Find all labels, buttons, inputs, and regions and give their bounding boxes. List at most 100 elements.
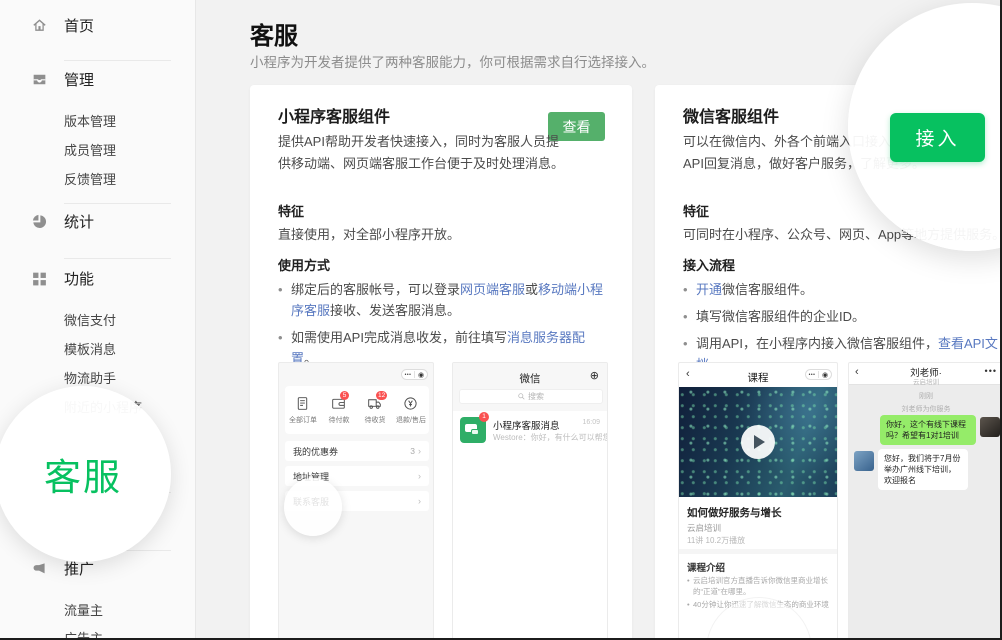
spotlight-circle-contact-service [284,478,342,536]
chat-time-divider: 刚刚 [849,391,1002,401]
flow-bullet: 开通微信客服组件。 [683,279,1002,300]
badge: 12 [376,391,387,400]
home-icon [31,17,48,34]
app-window: 首页 管理 版本管理 成员管理 反馈管理 统计 功能 微信支付 模板消息 [0,0,1002,640]
bullet-text: 微信客服组件。 [722,282,813,297]
inbox-icon [31,71,48,88]
quick-entry-label: 待付款 [329,415,350,425]
usage-heading: 使用方式 [278,255,330,274]
sidebar-divider [64,203,171,204]
usage-bullet: 绑定后的客服帐号，可以登录网页端客服或移动端小程序客服接收、发送客服消息。 [278,279,610,321]
sidebar-item-version-management[interactable]: 版本管理 [64,111,116,130]
refund-icon [403,396,419,412]
chevron-right-icon [418,471,421,481]
sidebar-item-logistics-assistant[interactable]: 物流助手 [64,368,116,387]
quick-entry-label: 退款/售后 [396,415,426,425]
connect-button[interactable]: 接入 [890,113,985,162]
list-item-label: 我的优惠券 [293,445,338,458]
bullet-text: 绑定后的客服帐号，可以登录 [291,282,460,297]
open-wechat-service-link[interactable]: 开通 [696,282,722,297]
web-customer-service-link[interactable]: 网页端客服 [460,282,525,297]
quick-entry-to-pay: 5 待付款 [321,396,357,425]
outgoing-message-bubble: 你好，这个有线下课程吗？希望有1对1培训 [880,415,976,445]
chat-time: 16:09 [582,419,600,426]
sidebar-item-member-management[interactable]: 成员管理 [64,140,116,159]
video-title: 如何做好服务与增长 [687,505,782,520]
sidebar: 首页 管理 版本管理 成员管理 反馈管理 统计 功能 微信支付 模板消息 [0,0,196,640]
quick-entry-refund: 退款/售后 [393,396,429,425]
video-author: 云启培训 [687,522,721,534]
list-item-value: 3 [410,446,415,456]
intro-heading: 课程介绍 [687,560,725,574]
megaphone-icon [31,560,48,577]
phone-mockup-service-chat: 刘老师· 云启培训 刚刚 刘老师为你服务 你好，这个有线下课程吗？希望有1对1培… [848,362,1002,640]
feature-text: 直接使用，对全部小程序开放。 [278,224,460,243]
intro-bullet: 云启培训官方直播告诉你微信里商业增长的“正道”在哪里。 [687,575,831,597]
bullet-text: 接收、发送客服消息。 [330,303,460,318]
incoming-message-bubble: 您好，我们将于7月份举办广州线下培训，欢迎报名 [878,449,968,490]
sidebar-item-wechat-pay[interactable]: 微信支付 [64,310,116,329]
chevron-right-icon [418,496,421,506]
card-title: 小程序客服组件 [278,103,390,127]
feature-heading: 特征 [278,201,304,220]
feature-heading: 特征 [683,201,709,220]
bullet-text: 填写微信客服组件的企业ID。 [696,309,865,324]
search-placeholder: 搜索 [528,391,544,402]
sidebar-item-label: 首页 [64,15,94,36]
bullet-text: 或 [525,282,538,297]
quick-entry-panel: 全部订单 5 待付款 12 待收货 [285,386,429,434]
sidebar-item-traffic-owner[interactable]: 流量主 [64,600,103,619]
sidebar-divider [64,60,171,61]
grid-icon [31,270,48,287]
phone-mockup-wechat-chatlist: 微信 搜索 1 小程序客服消息 Westore：你好，有什么可以帮您? 16:0… [452,362,608,640]
spotlight-label: 客服 [44,447,122,501]
card-title: 微信客服组件 [683,103,779,127]
sidebar-divider [64,258,171,259]
quick-entry-label: 待收货 [365,415,386,425]
bullet-text: 调用API，在小程序内接入微信客服组件， [696,336,938,351]
list-item-coupons: 我的优惠券 3 [285,441,429,461]
quick-entry-all-orders: 全部订单 [285,396,321,425]
badge: 5 [340,391,349,400]
flow-bullet: 填写微信客服组件的企业ID。 [683,306,1002,327]
page-subtitle: 小程序为开发者提供了两种客服能力，你可根据需求自行选择接入。 [250,51,655,71]
sidebar-item-template-message[interactable]: 模板消息 [64,339,116,358]
plus-icon [590,369,599,382]
bullet-text: 如需使用API完成消息收发，前往填写 [291,330,507,345]
usage-bullet-list: 绑定后的客服帐号，可以登录网页端客服或移动端小程序客服接收、发送客服消息。 如需… [278,279,610,375]
sidebar-item-label: 统计 [64,211,94,232]
miniprogram-capsule-icon [805,369,832,380]
chat-preview: Westore：你好，有什么可以帮您? [493,432,608,443]
sidebar-item-feedback-management[interactable]: 反馈管理 [64,169,116,188]
play-button-icon [741,425,775,459]
chat-list-item: 1 小程序客服消息 Westore：你好，有什么可以帮您? 16:09 [453,411,607,451]
chat-contact-subtitle: 云启培训 [849,376,1002,386]
video-thumbnail [679,387,837,497]
phone-mockup-course-page: 课程 如何做好服务与增长 云启培训 11讲 10.2万播放 课程介绍 云启培训官… [678,362,838,640]
sidebar-item-label: 功能 [64,268,94,289]
search-bar: 搜索 [459,389,603,404]
miniprogram-capsule-icon [401,369,428,380]
unread-badge: 1 [479,412,489,422]
wallet-icon: 5 [331,396,347,412]
chat-system-note: 刘老师为你服务 [849,404,1002,414]
user-avatar [980,417,1000,437]
card-miniprogram-service-component: 小程序客服组件 查看 提供API帮助开发者快速接入，同时为客服人员提供移动端、网… [250,85,632,640]
pie-chart-icon [31,213,48,230]
teacher-avatar [854,451,874,471]
quick-entry-label: 全部订单 [289,415,317,425]
sidebar-item-label: 管理 [64,69,94,90]
truck-icon: 12 [367,396,383,412]
wechat-title: 微信 [453,371,607,386]
phone-mockup-miniprogram-profile: 全部订单 5 待付款 12 待收货 [278,362,434,640]
chevron-right-icon [418,446,421,456]
flow-heading: 接入流程 [683,255,735,274]
order-list-icon [295,396,311,412]
spotlight-circle-customer-service: 客服 [0,386,171,562]
section-divider [679,549,837,554]
chat-title: 小程序客服消息 [493,418,560,432]
card-description: 提供API帮助开发者快速接入，同时为客服人员提供移动端、网页端客服工作台便于及时… [278,131,564,175]
video-meta: 11讲 10.2万播放 [687,535,745,546]
quick-entry-to-receive: 12 待收货 [357,396,393,425]
search-icon [518,393,525,400]
